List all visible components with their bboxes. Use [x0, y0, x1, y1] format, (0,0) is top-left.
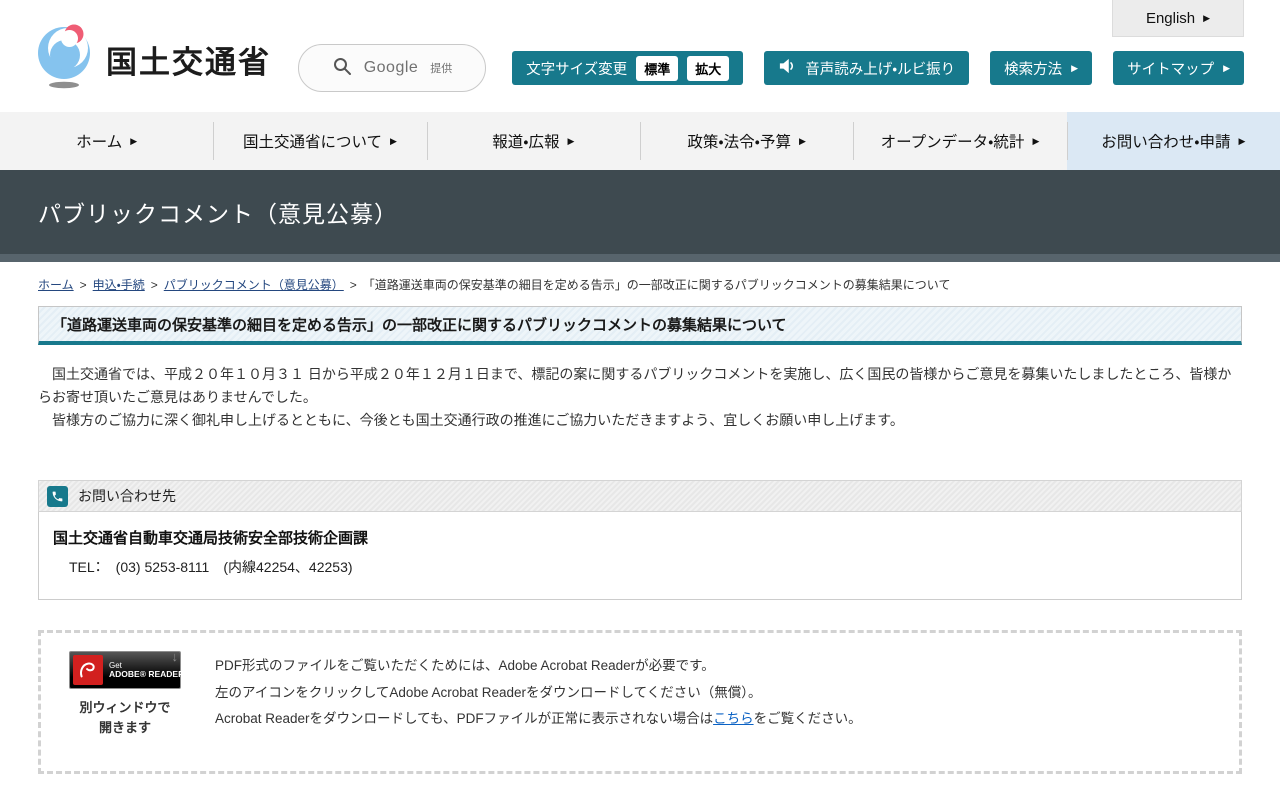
header-utility-buttons: 文字サイズ変更 標準 拡大 音声読み上げ・ルビ振り 検索方法 ▶ サイトマップ … — [512, 51, 1244, 85]
download-arrow-icon: ↓ — [172, 649, 179, 664]
tts-label: 音声読み上げ・ルビ振り — [805, 58, 955, 79]
get-adobe-reader-button[interactable]: Get ADOBE® READER® ↓ — [69, 651, 181, 689]
adobe-badge-brand: ADOBE® READER® — [109, 670, 190, 680]
search-method-label: 検索方法 — [1004, 58, 1062, 79]
breadcrumb-link-home[interactable]: ホーム — [38, 276, 74, 293]
triangle-right-icon: ▶ — [390, 137, 397, 146]
pdf-notice-line-1: PDF形式のファイルをご覧いただくためには、Adobe Acrobat Read… — [215, 653, 862, 679]
adobe-badge-caption: 別ウィンドウで 開きます — [61, 698, 189, 737]
triangle-right-icon: ▶ — [1203, 14, 1210, 23]
tts-button[interactable]: 音声読み上げ・ルビ振り — [764, 51, 969, 85]
triangle-right-icon: ▶ — [130, 137, 137, 146]
contact-header-label: お問い合わせ先 — [78, 486, 176, 506]
breadcrumb-link-public-comment[interactable]: パブリックコメント（意見公募） — [164, 276, 344, 293]
nav-item-press[interactable]: 報道・広報 ▶ — [427, 112, 640, 170]
english-button-label: English — [1146, 10, 1195, 27]
sitemap-label: サイトマップ — [1127, 58, 1214, 79]
nav-item-home[interactable]: ホーム ▶ — [0, 112, 213, 170]
adobe-badge-text: Get ADOBE® READER® — [109, 661, 190, 680]
nav-item-label: 報道・広報 — [492, 130, 559, 152]
pdf-notice-text: PDF形式のファイルをご覧いただくためには、Adobe Acrobat Read… — [215, 651, 862, 737]
triangle-right-icon: ▶ — [1223, 64, 1230, 73]
nav-item-contact[interactable]: お問い合わせ・申請 ▶ — [1067, 112, 1280, 170]
search-provider-suffix: 提供 — [430, 60, 452, 76]
search-provider-label: Google — [364, 59, 419, 77]
breadcrumb-current: 「道路運送車両の保安基準の細目を定める告示」の一部改正に関するパブリックコメント… — [363, 276, 951, 293]
nav-item-about[interactable]: 国土交通省について ▶ — [213, 112, 426, 170]
triangle-right-icon: ▶ — [799, 137, 806, 146]
font-size-standard-button[interactable]: 標準 — [636, 56, 678, 81]
breadcrumb-separator: > — [80, 278, 87, 292]
search-input[interactable]: Google 提供 — [298, 44, 486, 92]
pdf-notice-line-3: Acrobat Readerをダウンロードしても、PDFファイルが正常に表示され… — [215, 706, 862, 732]
site-logo[interactable]: 国土交通省 — [36, 24, 271, 95]
page-title-band: パブリックコメント（意見公募） — [0, 170, 1280, 262]
pdf-notice-line-2: 左のアイコンをクリックしてAdobe Acrobat Readerをダウンロード… — [215, 680, 862, 706]
font-size-button[interactable]: 文字サイズ変更 標準 拡大 — [512, 51, 743, 85]
nav-item-label: 政策・法令・予算 — [687, 130, 791, 152]
breadcrumb-link-application[interactable]: 申込・手続 — [93, 276, 145, 293]
font-size-large-button[interactable]: 拡大 — [687, 56, 729, 81]
pdf-help-link[interactable]: こちら — [713, 711, 754, 726]
pdf-notice-line-3-prefix: Acrobat Readerをダウンロードしても、PDFファイルが正常に表示され… — [215, 711, 713, 726]
font-size-label: 文字サイズ変更 — [526, 58, 627, 79]
page-title: パブリックコメント（意見公募） — [38, 195, 398, 229]
search-icon — [332, 56, 352, 81]
nav-item-policy[interactable]: 政策・法令・予算 ▶ — [640, 112, 853, 170]
article-paragraph-1: 国土交通省では、平成２０年１０月３１ 日から平成２０年１２月１日まで、標記の案に… — [38, 363, 1242, 409]
nav-item-opendata[interactable]: オープンデータ・統計 ▶ — [853, 112, 1066, 170]
triangle-right-icon: ▶ — [1238, 137, 1245, 146]
speaker-icon — [778, 58, 796, 78]
adobe-badge-column: Get ADOBE® READER® ↓ 別ウィンドウで 開きます — [61, 651, 189, 737]
contact-header: お問い合わせ先 — [38, 480, 1242, 512]
site-title: 国土交通省 — [106, 37, 271, 82]
search-method-button[interactable]: 検索方法 ▶ — [990, 51, 1092, 85]
triangle-right-icon: ▶ — [1071, 64, 1078, 73]
breadcrumb: ホーム > 申込・手続 > パブリックコメント（意見公募） > 「道路運送車両の… — [38, 276, 1242, 293]
nav-item-label: 国土交通省について — [243, 130, 382, 152]
top-header: English ▶ 国土交通省 Google 提供 文字サイズ変 — [0, 0, 1280, 112]
global-nav: ホーム ▶ 国土交通省について ▶ 報道・広報 ▶ 政策・法令・予算 ▶ オープ… — [0, 112, 1280, 170]
triangle-right-icon: ▶ — [1032, 137, 1039, 146]
breadcrumb-separator: > — [151, 278, 158, 292]
pdf-notice-section: Get ADOBE® READER® ↓ 別ウィンドウで 開きます PDF形式の… — [38, 630, 1242, 774]
triangle-right-icon: ▶ — [568, 137, 575, 146]
contact-tel: TEL： (03) 5253-8111 (内線42254、42253) — [53, 557, 1227, 577]
nav-item-label: お問い合わせ・申請 — [1101, 130, 1230, 152]
article-heading: 「道路運送車両の保安基準の細目を定める告示」の一部改正に関するパブリックコメント… — [38, 306, 1242, 345]
breadcrumb-separator: > — [350, 278, 357, 292]
nav-item-label: ホーム — [76, 130, 122, 152]
article-paragraph-2: 皆様方のご協力に深く御礼申し上げるとともに、今後とも国土交通行政の推進にご協力い… — [38, 409, 1242, 432]
article-body: 国土交通省では、平成２０年１０月３１ 日から平成２０年１２月１日まで、標記の案に… — [38, 363, 1242, 432]
adobe-logo-icon — [73, 655, 103, 685]
mlit-logo-icon — [36, 24, 92, 95]
english-button[interactable]: English ▶ — [1112, 0, 1244, 37]
nav-item-label: オープンデータ・統計 — [881, 130, 1025, 152]
pdf-notice-line-3-suffix: をご覧ください。 — [754, 711, 862, 726]
contact-department: 国土交通省自動車交通局技術安全部技術企画課 — [53, 527, 1227, 548]
sitemap-button[interactable]: サイトマップ ▶ — [1113, 51, 1244, 85]
contact-section: お問い合わせ先 国土交通省自動車交通局技術安全部技術企画課 TEL： (03) … — [38, 480, 1242, 600]
phone-icon — [47, 486, 68, 507]
contact-box: 国土交通省自動車交通局技術安全部技術企画課 TEL： (03) 5253-811… — [38, 512, 1242, 600]
